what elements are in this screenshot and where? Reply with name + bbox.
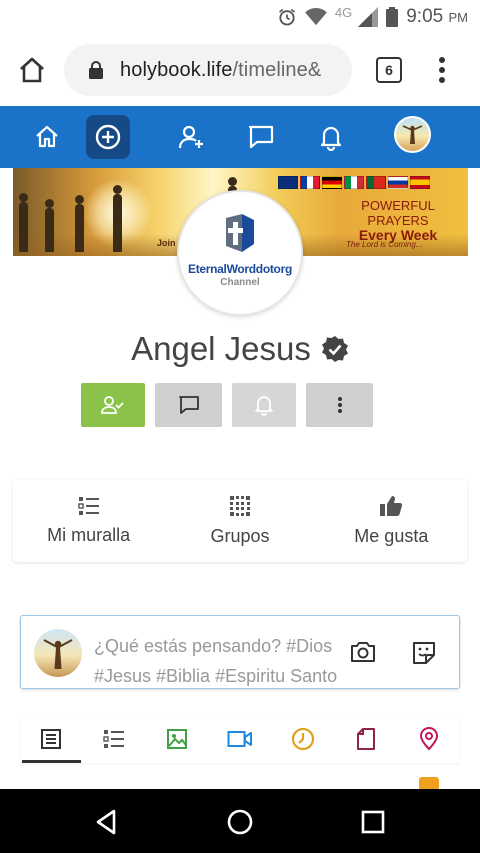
system-navigation-bar [0,789,480,853]
cover-join-text: Join [157,238,176,248]
home-nav-icon[interactable] [225,807,255,837]
add-circle-icon [95,124,121,150]
profile-tabs: Mi muralla Grupos Me gusta [13,480,467,562]
nav-create-button[interactable] [86,115,130,159]
browser-toolbar: holybook.life/timeline& 6 [0,34,480,106]
url-text: holybook.life/timeline& [120,58,322,81]
logo-subtitle: Channel [220,277,260,288]
friends-button[interactable] [81,383,145,427]
url-bar[interactable]: holybook.life/timeline& [64,44,352,96]
post-type-file[interactable] [334,715,397,763]
tab-grupos[interactable]: Grupos [164,480,315,562]
floating-tab[interactable] [419,777,439,789]
image-icon [167,729,188,749]
alarm-icon [278,8,295,26]
groups-grid-icon [229,496,250,516]
cover-person [19,193,28,252]
profile-name: Angel Jesus [131,330,311,367]
nav-messages-button[interactable] [239,115,283,159]
battery-icon [386,7,399,27]
nav-friend-requests-button[interactable] [170,115,214,159]
flag-ru [388,176,408,189]
flag-de [322,176,342,189]
clock: 9:05 PM [406,6,468,27]
composer-placeholder[interactable]: ¿Qué estás pensando? #Dios #Jesus #Bibli… [94,631,349,691]
home-icon [36,125,58,148]
flag-pt [366,176,386,189]
recents-icon[interactable] [358,807,388,837]
tab-label: Grupos [210,526,270,546]
thumbs-up-icon [380,496,403,516]
tab-me-gusta[interactable]: Me gusta [316,480,467,562]
cover-tagline: The Lord is Coming... [346,240,423,249]
back-icon[interactable] [92,807,122,837]
network-type: 4G [334,4,353,20]
browser-menu-icon[interactable] [432,54,452,86]
text-post-icon [41,729,62,749]
tab-switcher-button[interactable]: 6 [376,57,402,83]
profile-name-row: Angel Jesus [0,330,480,368]
cover-person [113,185,122,252]
sticker-icon[interactable] [411,640,437,666]
cover-person [45,199,54,252]
camera-icon[interactable] [349,640,377,664]
flag-es [410,176,430,189]
verified-badge-icon [321,336,348,362]
more-options-button[interactable] [306,383,373,427]
shield-logo-icon [226,214,254,252]
composer-avatar [34,629,82,677]
post-type-image[interactable] [146,715,209,763]
user-check-icon [101,396,124,414]
language-flags [278,176,430,189]
nav-notifications-button[interactable] [309,115,353,159]
flag-it [344,176,364,189]
clock-icon [291,727,314,751]
app-navbar [0,106,480,168]
flag-fr [300,176,320,189]
location-icon [419,727,438,751]
wifi-icon [305,8,327,26]
more-vertical-icon [337,397,342,413]
profile-actions [81,383,373,427]
nav-home-button[interactable] [25,115,69,159]
add-user-icon [178,125,203,149]
post-type-clock[interactable] [271,715,334,763]
avatar-person-icon [43,639,73,669]
follow-notifications-button[interactable] [232,383,296,427]
tab-label: Mi muralla [47,525,131,545]
tab-mi-muralla[interactable]: Mi muralla [13,480,164,562]
flag-uk [278,176,298,189]
list-post-icon [103,730,125,748]
video-icon [227,731,252,747]
avatar-person-icon [402,125,423,144]
bell-icon [320,126,342,151]
wall-list-icon [77,497,99,515]
status-bar: 4G 9:05 PM [0,0,480,34]
post-type-list[interactable] [83,715,146,763]
lock-icon [89,61,103,79]
logo-name: EternalWorddotorg [187,262,292,276]
chat-icon [248,125,274,149]
post-type-location[interactable] [397,715,460,763]
browser-home-icon[interactable] [16,54,48,86]
cover-prayers-text: POWERFUL PRAYERS Every Week [358,198,438,243]
post-composer[interactable]: ¿Qué estás pensando? #Dios #Jesus #Bibli… [20,615,460,689]
tab-label: Me gusta [354,526,429,546]
profile-picture[interactable]: EternalWorddotorg Channel [177,190,303,316]
cover-person [75,195,84,252]
signal-icon [358,7,379,27]
file-icon [356,728,375,750]
bell-outline-icon [255,396,273,416]
post-type-video[interactable] [209,715,272,763]
post-type-text[interactable] [20,715,83,763]
avatar[interactable] [394,116,431,153]
message-icon [178,396,199,414]
message-button[interactable] [155,383,222,427]
post-type-tabs [20,715,460,763]
